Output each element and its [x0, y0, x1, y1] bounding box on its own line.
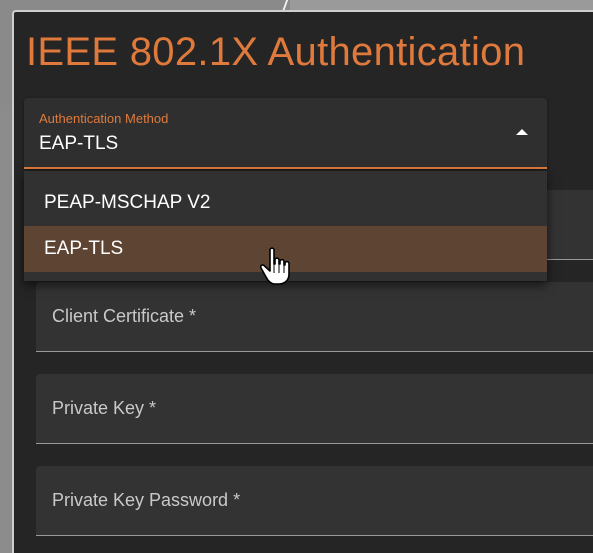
- hand-cursor-icon: [259, 247, 290, 285]
- private-key-label: Private Key *: [52, 398, 157, 418]
- page-title: IEEE 802.1X Authentication: [26, 30, 526, 74]
- authentication-method-value: EAP-TLS: [39, 133, 119, 154]
- private-key-field[interactable]: Private Key *: [36, 374, 593, 444]
- caret-up-icon[interactable]: [516, 129, 528, 135]
- private-key-password-field[interactable]: Private Key Password *: [36, 466, 593, 536]
- private-key-password-label: Private Key Password *: [52, 490, 241, 510]
- authentication-method-label: Authentication Method: [39, 111, 169, 126]
- menu-option-peap-mschap-v2[interactable]: PEAP-MSCHAP V2: [24, 180, 547, 226]
- client-certificate-label: Client Certificate *: [52, 306, 197, 326]
- client-certificate-field[interactable]: Client Certificate *: [36, 282, 593, 352]
- authentication-method-select[interactable]: Authentication Method EAP-TLS: [24, 98, 547, 169]
